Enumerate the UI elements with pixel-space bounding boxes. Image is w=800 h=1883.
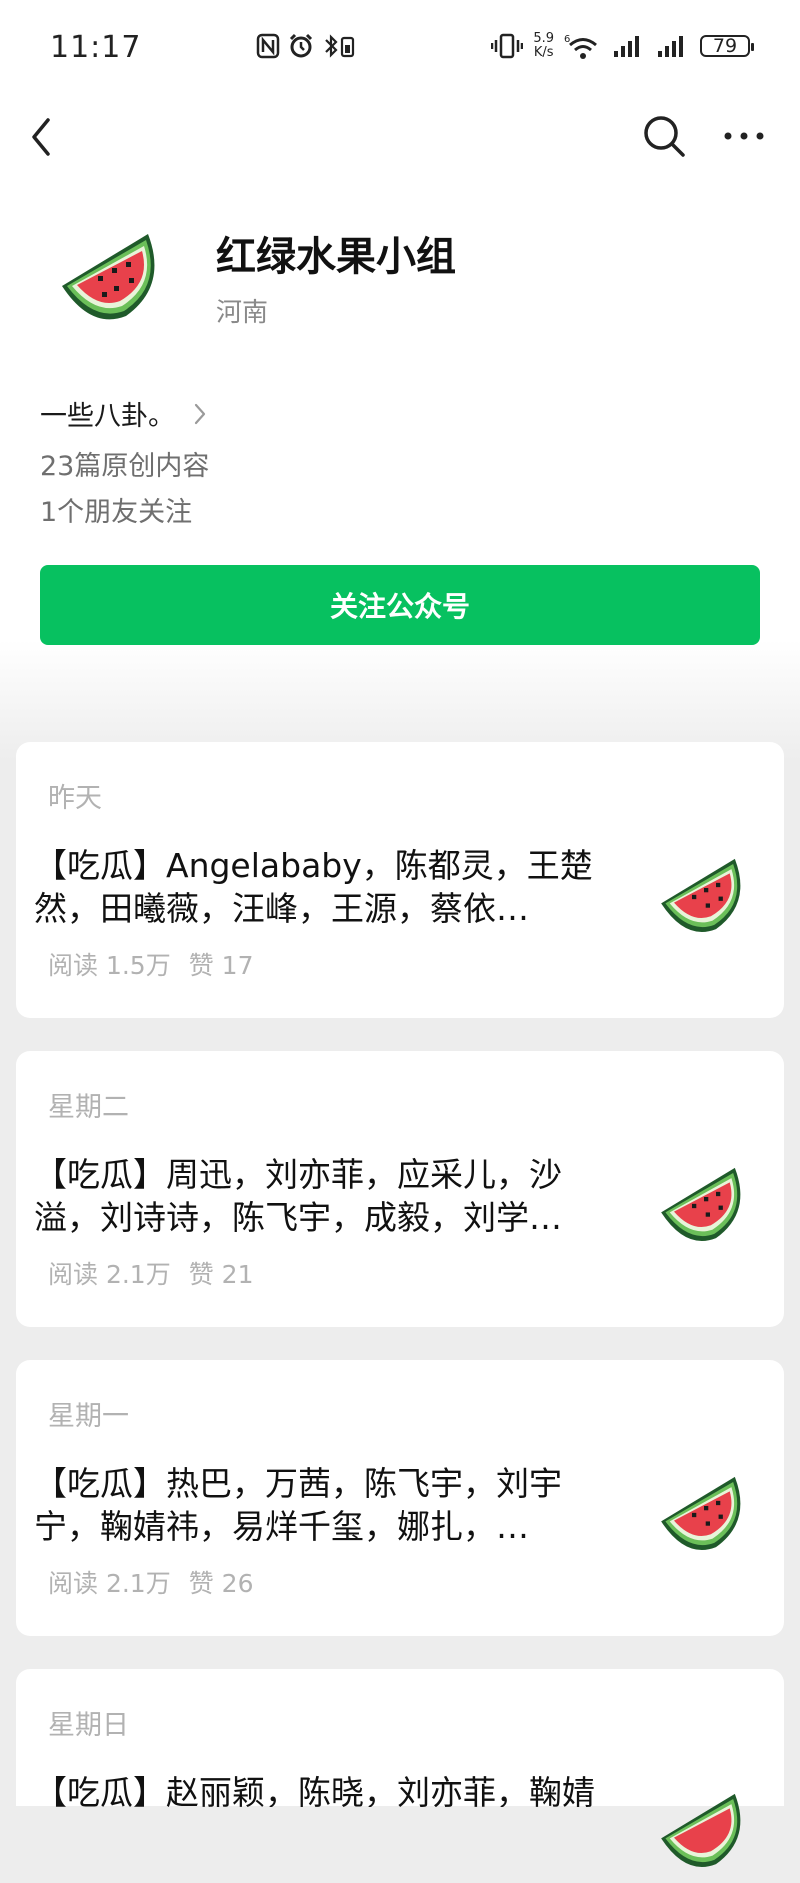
article-card[interactable]: 昨天 【吃瓜】Angelababy，陈都灵，王楚然，田曦薇，汪峰，王源，蔡依… … bbox=[16, 742, 784, 1018]
article-card[interactable]: 星期一 【吃瓜】热巴，万茜，陈飞宇，刘宇宁，鞠婧祎，易烊千玺，娜扎，… 阅读 2… bbox=[16, 1360, 784, 1636]
network-speed-value: 5.9 bbox=[533, 31, 554, 46]
svg-text:6: 6 bbox=[564, 34, 570, 45]
status-right-icons: 5.9 K/s 6 79 bbox=[491, 32, 754, 60]
watermelon-thumbnail-icon bbox=[661, 858, 741, 933]
more-horizontal-icon bbox=[724, 132, 764, 140]
account-name: 红绿水果小组 bbox=[216, 234, 456, 280]
article-date: 星期一 bbox=[48, 1401, 129, 1432]
account-region: 河南 bbox=[216, 298, 269, 328]
article-like-count: 赞 21 bbox=[188, 1260, 254, 1289]
wifi-icon: 6 bbox=[564, 32, 602, 60]
battery-indicator: 79 bbox=[700, 35, 754, 57]
article-date: 星期日 bbox=[48, 1710, 129, 1741]
article-like-count: 赞 26 bbox=[188, 1569, 254, 1598]
article-title[interactable]: 【吃瓜】周迅，刘亦菲，应采儿，沙溢，刘诗诗，陈飞宇，成毅，刘学… bbox=[34, 1153, 624, 1239]
article-read-count: 阅读 2.1万 bbox=[48, 1569, 171, 1598]
back-button[interactable] bbox=[24, 112, 60, 162]
alarm-icon bbox=[288, 33, 314, 59]
status-time: 11:17 bbox=[50, 30, 142, 65]
article-date: 昨天 bbox=[48, 783, 102, 814]
article-like-count: 赞 17 bbox=[188, 951, 254, 980]
signal-icon-2 bbox=[656, 33, 690, 59]
more-options-button[interactable] bbox=[722, 124, 766, 148]
article-card[interactable]: 星期二 【吃瓜】周迅，刘亦菲，应采儿，沙溢，刘诗诗，陈飞宇，成毅，刘学… 阅读 … bbox=[16, 1051, 784, 1327]
article-card[interactable]: 星期日 【吃瓜】赵丽颖，陈晓，刘亦菲，鞠婧 bbox=[16, 1669, 784, 1868]
chevron-right-icon bbox=[194, 403, 206, 424]
bluetooth-battery-icon bbox=[322, 33, 356, 59]
watermelon-thumbnail-icon bbox=[661, 1476, 741, 1551]
article-title[interactable]: 【吃瓜】热巴，万茜，陈飞宇，刘宇宁，鞠婧祎，易烊千玺，娜扎，… bbox=[34, 1462, 624, 1548]
article-meta: 阅读 1.5万 赞 17 bbox=[48, 946, 253, 982]
article-date: 星期二 bbox=[48, 1092, 129, 1123]
watermelon-thumbnail-icon bbox=[661, 1167, 741, 1242]
chevron-left-icon bbox=[32, 118, 50, 156]
vibrate-icon bbox=[491, 33, 524, 59]
original-content-count[interactable]: 23篇原创内容 bbox=[40, 444, 209, 483]
article-meta: 阅读 2.1万 赞 21 bbox=[48, 1255, 253, 1291]
status-left-icons bbox=[256, 33, 356, 59]
account-intro-link[interactable]: 一些八卦。 bbox=[40, 394, 207, 433]
search-icon bbox=[644, 116, 685, 157]
nfc-icon bbox=[256, 33, 280, 59]
account-avatar[interactable] bbox=[56, 226, 168, 338]
article-read-count: 阅读 2.1万 bbox=[48, 1260, 171, 1289]
search-button[interactable] bbox=[642, 114, 686, 158]
watermelon-icon bbox=[62, 234, 155, 320]
watermelon-thumbnail-icon bbox=[661, 1793, 741, 1868]
article-read-count: 阅读 1.5万 bbox=[48, 951, 171, 980]
network-speed-unit: K/s bbox=[533, 45, 554, 60]
account-intro-text: 一些八卦。 bbox=[40, 401, 175, 432]
network-speed: 5.9 K/s bbox=[533, 32, 554, 60]
friends-following-count[interactable]: 1个朋友关注 bbox=[40, 490, 192, 529]
follow-account-button[interactable]: 关注公众号 bbox=[40, 565, 760, 645]
article-title[interactable]: 【吃瓜】赵丽颖，陈晓，刘亦菲，鞠婧 bbox=[34, 1771, 624, 1807]
signal-icon-1 bbox=[612, 33, 646, 59]
article-meta: 阅读 2.1万 赞 26 bbox=[48, 1564, 253, 1600]
article-title[interactable]: 【吃瓜】Angelababy，陈都灵，王楚然，田曦薇，汪峰，王源，蔡依… bbox=[34, 844, 624, 930]
